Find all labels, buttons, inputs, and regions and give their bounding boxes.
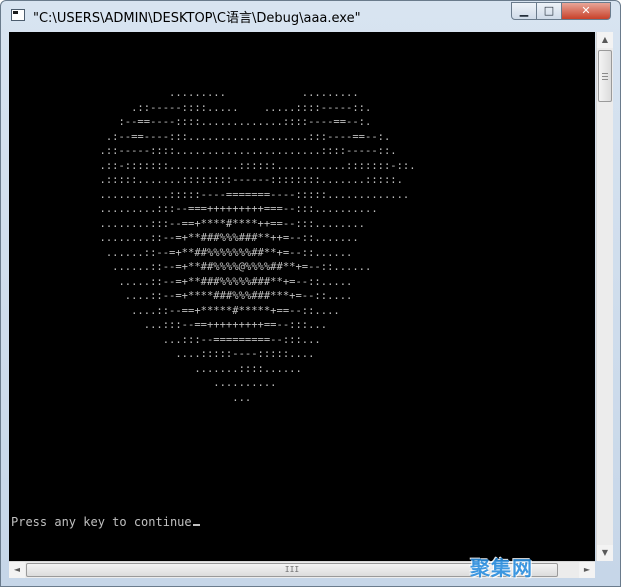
console-output-area[interactable]: ......... ......... .::-----::::..... ..… <box>9 32 595 561</box>
thumb-grip-line <box>602 76 608 77</box>
title-bar[interactable]: "C:\USERS\ADMIN\DESKTOP\C语言\Debug\aaa.ex… <box>1 1 620 31</box>
window-title: "C:\USERS\ADMIN\DESKTOP\C语言\Debug\aaa.ex… <box>33 11 361 26</box>
vertical-scrollbar[interactable]: ▲ ▼ <box>596 32 613 561</box>
continue-prompt-text: Press any key to continue <box>11 515 192 529</box>
thumb-grip-line <box>602 79 608 80</box>
heart-ascii-art: ......... ......... .::-----::::..... ..… <box>99 87 416 404</box>
scroll-up-arrow-icon[interactable]: ▲ <box>597 32 613 48</box>
close-button[interactable]: ✕ <box>561 2 611 20</box>
console-window: "C:\USERS\ADMIN\DESKTOP\C语言\Debug\aaa.ex… <box>0 0 621 587</box>
thumb-grip-line <box>602 73 608 74</box>
vertical-scroll-thumb[interactable] <box>598 50 612 102</box>
continue-prompt: Press any key to continue <box>11 515 200 529</box>
scroll-left-arrow-icon[interactable]: ◄ <box>9 562 25 578</box>
console-app-icon[interactable] <box>11 9 25 21</box>
site-watermark-logo: 聚集网 <box>470 556 533 580</box>
text-cursor <box>192 524 200 526</box>
scroll-down-arrow-icon[interactable]: ▼ <box>597 545 613 561</box>
scroll-right-arrow-icon[interactable]: ► <box>579 562 595 578</box>
minimize-button[interactable]: ▁ <box>511 2 537 20</box>
maximize-button[interactable]: □ <box>536 2 562 20</box>
